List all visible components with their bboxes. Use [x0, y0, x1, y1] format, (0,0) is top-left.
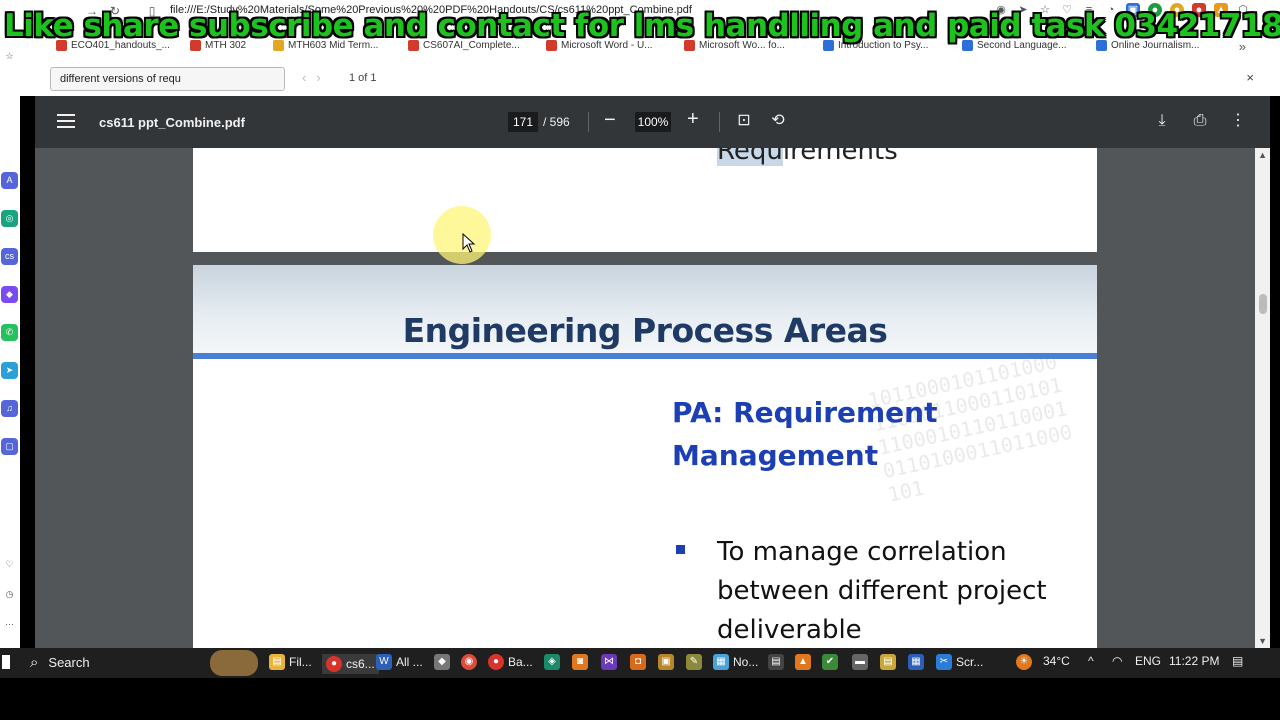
telegram-icon[interactable]: ➤	[1, 362, 18, 379]
zoom-input[interactable]: 100%	[635, 112, 671, 132]
scrollbar-thumb[interactable]	[1259, 294, 1267, 314]
divider	[588, 112, 589, 132]
screen: → ↻ ▯ file:///E:/Study%20Materials/Some%…	[0, 0, 1280, 720]
folder-icon: ▤	[269, 654, 285, 670]
messenger-icon[interactable]: ◆	[1, 286, 18, 303]
widgets-icon[interactable]	[210, 650, 258, 676]
page-text-rest: irements	[782, 148, 898, 166]
app-icon[interactable]: ▤	[880, 654, 896, 670]
word-icon: W	[376, 654, 392, 670]
weather-temperature[interactable]: 34°C	[1043, 654, 1070, 668]
record-icon: ●	[488, 654, 504, 670]
more-options-icon[interactable]: ⋮	[1228, 111, 1248, 131]
find-input[interactable]: different versions of requ	[50, 67, 285, 91]
print-icon[interactable]: ⎙	[1190, 111, 1210, 131]
pdf-toolbar: cs611 ppt_Combine.pdf 171 / 596 − 100% +…	[35, 96, 1270, 148]
music-icon[interactable]: ♫	[1, 400, 18, 417]
scroll-up-arrow[interactable]: ▲	[1258, 150, 1267, 160]
chevron-up-icon[interactable]: ^	[1088, 654, 1094, 668]
chatgpt-icon[interactable]: ◎	[1, 210, 18, 227]
pdf-viewer: cs611 ppt_Combine.pdf 171 / 596 − 100% +…	[35, 96, 1270, 648]
star-outline-icon[interactable]: ☆	[1, 48, 18, 65]
app-icon[interactable]: ✔	[822, 654, 838, 670]
divider	[719, 112, 720, 132]
taskbar-app[interactable]: ▤ Fil...	[269, 654, 312, 670]
snipping-tool-icon: ✂	[936, 654, 952, 670]
zoom-out-button[interactable]: −	[604, 109, 616, 132]
taskbar-search[interactable]: ⌕ Search	[30, 654, 90, 671]
page-number-input[interactable]: 171	[508, 112, 538, 132]
search-icon: ⌕	[30, 654, 39, 671]
taskbar: ⌕ Search ▤ Fil... ● cs6... W All ... ◆ ◉ ● B…	[0, 648, 1280, 678]
windows-start-icon[interactable]	[2, 655, 10, 669]
bullet-icon	[676, 545, 685, 554]
menu-icon[interactable]	[57, 114, 75, 128]
find-prev-next[interactable]: ‹›	[302, 70, 331, 85]
browser-sidebar: ☆ A ◎ cs ◆ ✆ ➤ ♫ ▢ ♡ ◷ ⋯	[0, 48, 20, 652]
rotate-icon[interactable]: ⟲	[768, 111, 788, 131]
visual-studio-icon[interactable]: ⋈	[601, 654, 617, 670]
app-icon[interactable]: ✎	[686, 654, 702, 670]
language-indicator[interactable]: ENG	[1135, 654, 1161, 668]
document-title: cs611 ppt_Combine.pdf	[99, 115, 245, 130]
video-overlay-banner: Like share subscribe and contact for lms…	[4, 8, 1280, 44]
notepad-icon: ▦	[713, 654, 729, 670]
pdf-page-previous: Requirements	[193, 148, 1097, 252]
slide-heading: PA: Requirement Management	[672, 396, 938, 472]
clock[interactable]: 11:22 PM	[1169, 654, 1219, 668]
taskbar-app-active[interactable]: ● cs6...	[322, 654, 379, 674]
app-icon[interactable]: A	[1, 172, 18, 189]
cs-icon[interactable]: cs	[1, 248, 18, 265]
app-icon[interactable]: ▦	[908, 654, 924, 670]
bullet-text: To manage correlation between different …	[717, 537, 1047, 645]
taskbar-app[interactable]: W All ...	[376, 654, 423, 670]
page-text: Requirements	[717, 148, 898, 166]
mouse-cursor-icon	[462, 233, 476, 253]
taskbar-app[interactable]: ▦ No...	[713, 654, 758, 670]
app-icon[interactable]: ◈	[544, 654, 560, 670]
download-icon[interactable]: ⤓	[1152, 111, 1172, 131]
close-icon[interactable]: ×	[1246, 70, 1254, 85]
app-icon[interactable]: ◆	[434, 654, 450, 670]
search-label: Search	[48, 655, 90, 670]
page-total: / 596	[543, 115, 570, 129]
notification-icon[interactable]: ▤	[1232, 654, 1243, 668]
title-rule	[193, 353, 1097, 359]
heart-icon[interactable]: ♡	[1, 556, 18, 573]
weather-icon[interactable]: ☀	[1016, 654, 1032, 670]
pdf-page-current: 1011000101101000110101100011010111000101…	[193, 265, 1097, 648]
whatsapp-icon[interactable]: ✆	[1, 324, 18, 341]
app-icon[interactable]: ▤	[768, 654, 784, 670]
find-bar: different versions of requ ‹› 1 of 1 ×	[20, 62, 1280, 96]
app-icon[interactable]: ◘	[630, 654, 646, 670]
app-icon[interactable]: ◙	[572, 654, 588, 670]
zoom-in-button[interactable]: +	[687, 108, 699, 131]
taskbar-app[interactable]: ● Ba...	[488, 654, 533, 670]
taskbar-app[interactable]: ✂ Scr...	[936, 654, 983, 670]
history-icon[interactable]: ◷	[1, 586, 18, 603]
wifi-icon[interactable]: ◠	[1112, 654, 1122, 668]
scroll-down-arrow[interactable]: ▼	[1258, 636, 1267, 646]
more-icon[interactable]: ⋯	[1, 616, 18, 633]
browser-icon: ●	[326, 656, 342, 672]
chrome-icon[interactable]: ◉	[461, 654, 477, 670]
vlc-icon[interactable]: ▲	[795, 654, 811, 670]
fit-page-icon[interactable]: ⊡	[734, 111, 754, 131]
app-icon[interactable]: ▢	[1, 438, 18, 455]
slide-title: Engineering Process Areas	[402, 311, 888, 350]
app-icon[interactable]: ▣	[658, 654, 674, 670]
app-icon[interactable]: ▬	[852, 654, 868, 670]
scrollbar[interactable]	[1255, 148, 1270, 648]
letterbox-bottom	[0, 678, 1280, 720]
find-count: 1 of 1	[349, 72, 377, 84]
search-highlight: Requ	[717, 148, 783, 166]
